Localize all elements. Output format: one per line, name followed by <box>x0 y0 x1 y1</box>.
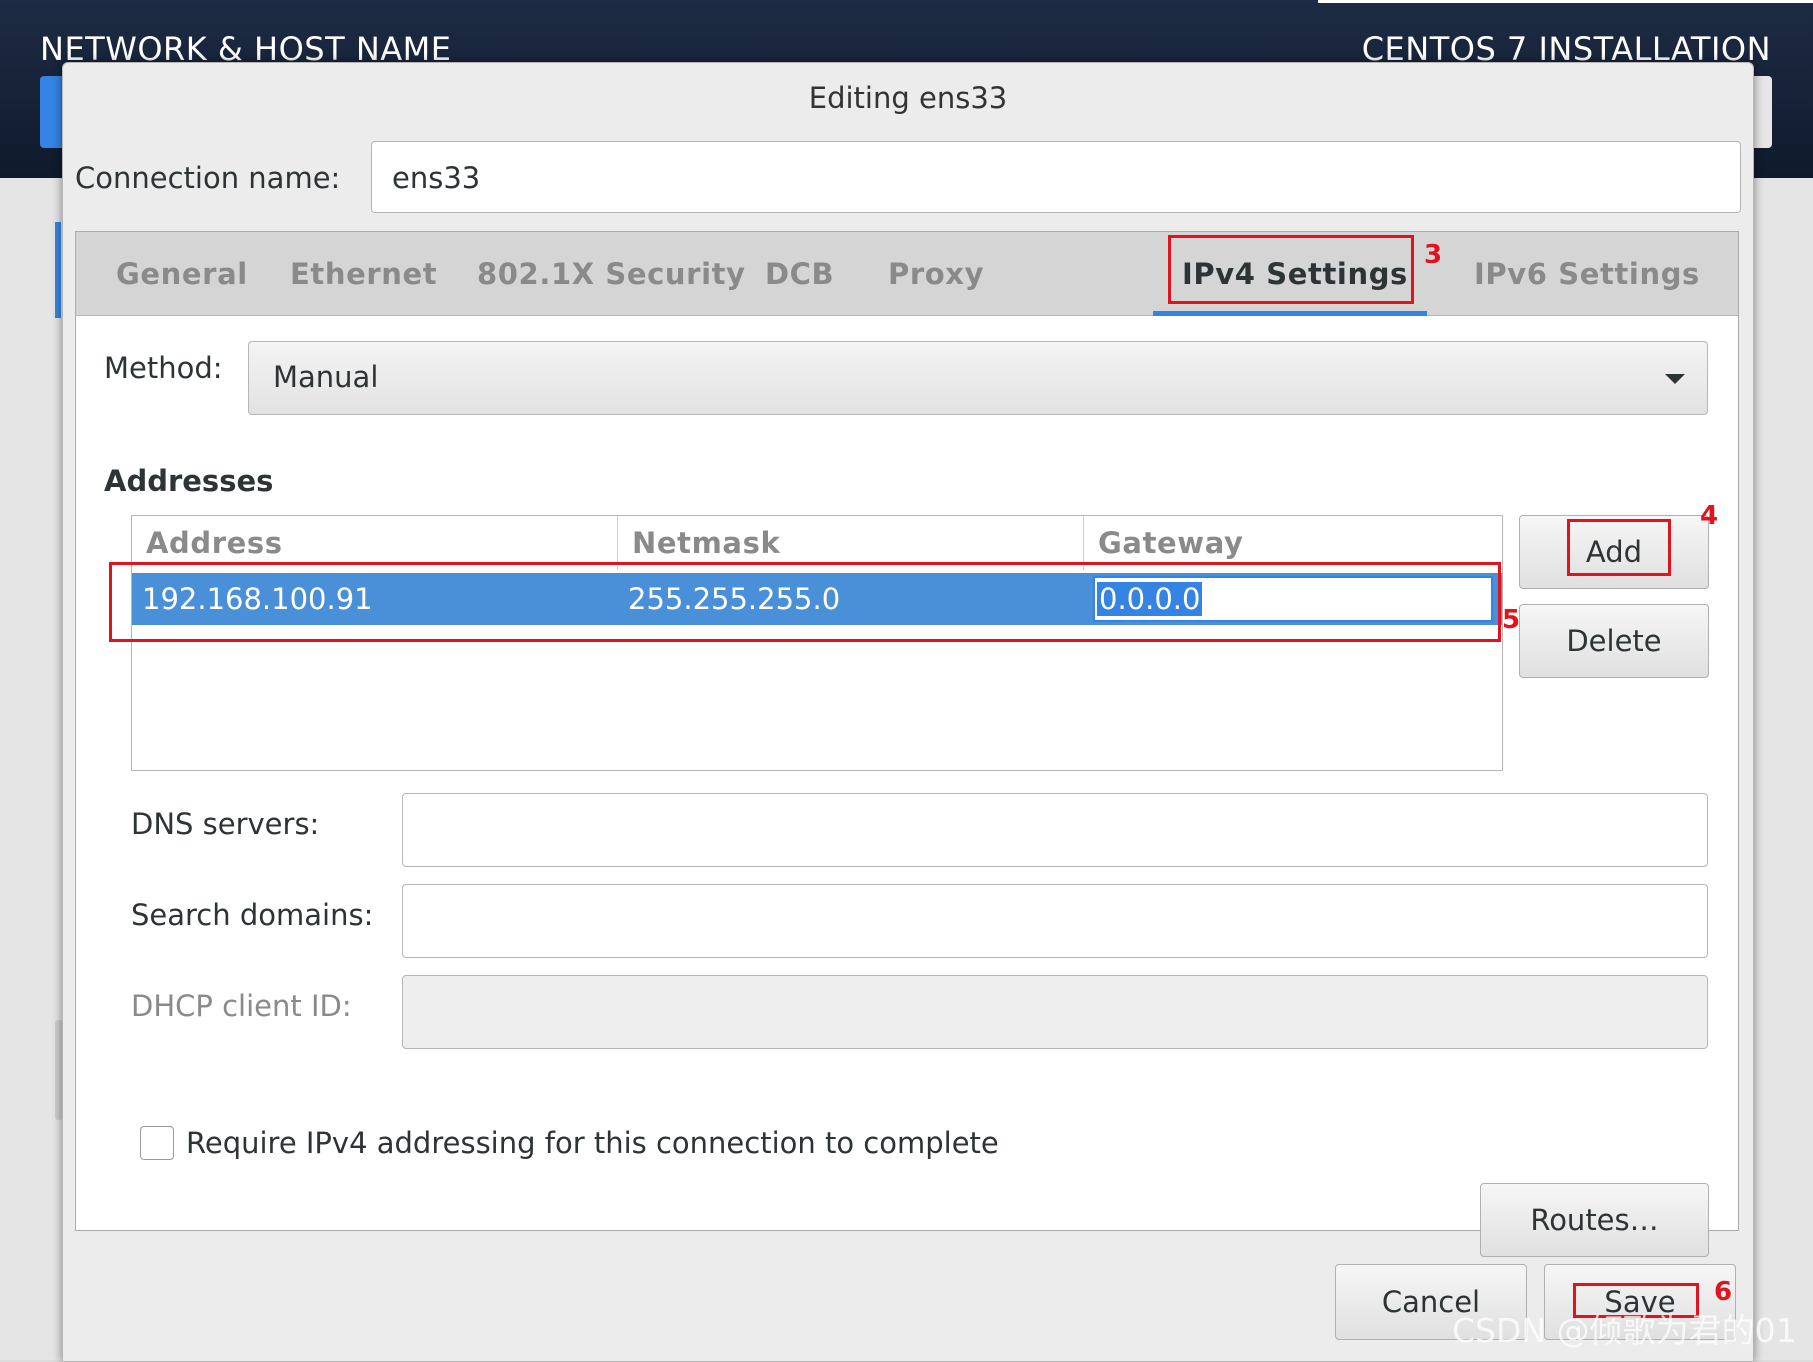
method-label: Method: <box>104 351 223 385</box>
annotation-box-address-row <box>109 562 1501 642</box>
watermark: CSDN @倾歌为君的01 <box>1452 1311 1797 1350</box>
search-domains-input[interactable] <box>402 884 1708 958</box>
header-divider <box>1318 0 1813 3</box>
connection-name-label: Connection name: <box>75 161 341 195</box>
tab-8021x-security[interactable]: 802.1X Security <box>477 232 746 316</box>
edit-connection-dialog: Editing ens33 Connection name: ens33 Gen… <box>62 62 1754 1362</box>
device-list-selection <box>55 222 61 318</box>
chevron-down-icon <box>1665 374 1685 384</box>
method-dropdown[interactable]: Manual <box>248 341 1708 415</box>
tab-ipv6-settings[interactable]: IPv6 Settings <box>1474 232 1700 316</box>
annotation-box-ipv4-tab <box>1168 235 1414 304</box>
dns-servers-label: DNS servers: <box>131 807 320 841</box>
annotation-number: 6 <box>1714 1277 1733 1307</box>
settings-notebook: General Ethernet 802.1X Security DCB Pro… <box>75 231 1739 1257</box>
addresses-table: Address Netmask Gateway 192.168.100.91 2… <box>131 515 1503 771</box>
addresses-heading: Addresses <box>104 464 274 498</box>
dhcp-client-id-input <box>402 975 1708 1049</box>
dhcp-client-id-label: DHCP client ID: <box>131 989 352 1023</box>
method-value: Manual <box>273 360 379 394</box>
tab-proxy[interactable]: Proxy <box>888 232 984 316</box>
require-ipv4-checkbox[interactable] <box>140 1126 174 1160</box>
tab-bar: General Ethernet 802.1X Security DCB Pro… <box>76 232 1738 316</box>
annotation-number: 3 <box>1424 240 1443 270</box>
connection-name-input[interactable]: ens33 <box>371 141 1741 213</box>
annotation-number: 4 <box>1700 501 1719 531</box>
annotation-box-add <box>1567 519 1671 576</box>
delete-address-button[interactable]: Delete <box>1519 604 1709 678</box>
tab-ethernet[interactable]: Ethernet <box>290 232 437 316</box>
active-tab-indicator <box>1153 311 1427 316</box>
tab-general[interactable]: General <box>116 232 248 316</box>
tab-dcb[interactable]: DCB <box>765 232 834 316</box>
annotation-number: 5 <box>1502 605 1521 635</box>
dialog-title: Editing ens33 <box>808 81 1008 115</box>
search-domains-label: Search domains: <box>131 898 374 932</box>
require-ipv4-label[interactable]: Require IPv4 addressing for this connect… <box>186 1126 999 1160</box>
dns-servers-input[interactable] <box>402 793 1708 867</box>
routes-button[interactable]: Routes… <box>1480 1183 1709 1257</box>
